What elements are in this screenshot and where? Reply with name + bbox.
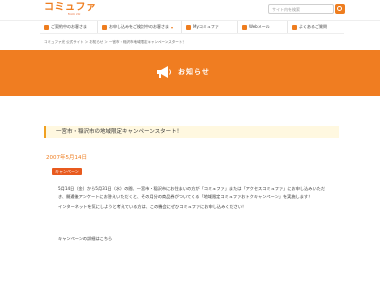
search-icon[interactable] [335, 4, 345, 14]
nav-label: お申し込みをご検討中のお客さま [109, 24, 169, 29]
user-icon [44, 24, 49, 30]
chevron-down-icon: ▾ [171, 24, 174, 30]
nav-item-my-commufa[interactable]: Myコミュファ [182, 21, 238, 33]
article-date: 2007年5月14日 [46, 155, 87, 161]
article-paragraph: インターネットを気にしようと考えている方は、この機会にぜひコミュファにお申し込み… [58, 204, 247, 209]
site-header: コミュファ from ctc サイト内を検索 [0, 0, 380, 21]
page-title: お知らせ [178, 68, 210, 76]
page-banner: お知らせ [0, 50, 380, 96]
document-icon [102, 24, 107, 30]
article-paragraph: 5月14日（金）から5月31日（水）の間、一宮市・稲沢市にお住まいの方が「コミュ… [58, 186, 326, 199]
nav-item-prospective-customers[interactable]: お申し込みをご検討中のお客さま ▾ [98, 21, 182, 33]
category-badge: キャンペーン [52, 168, 82, 175]
search-input[interactable]: サイト内を検索 [268, 4, 334, 14]
global-nav: ご契約中のお客さま お申し込みをご検討中のお客さま ▾ Myコミュファ Webメ… [40, 21, 344, 34]
nav-label: Myコミュファ [193, 24, 219, 29]
nav-item-current-customers[interactable]: ご契約中のお客さま [40, 21, 98, 33]
campaign-detail-link[interactable]: キャンペーンの詳細はこちら [58, 236, 112, 242]
heart-icon [186, 24, 191, 30]
nav-label: よくあるご質問 [299, 24, 327, 29]
nav-label: ご契約中のお客さま [51, 24, 87, 29]
question-icon [292, 24, 297, 30]
commufa-logo[interactable]: コミュファ from ctc [44, 2, 97, 16]
breadcrumb: コミュファ光 公式サイト ＞ お知らせ ＞ 一宮市・稲沢市地域限定キャンペーンス… [44, 40, 186, 44]
nav-item-webmail[interactable]: Webメール [238, 21, 288, 33]
nav-label: Webメール [249, 24, 270, 29]
nav-item-faq[interactable]: よくあるご質問 [288, 21, 344, 33]
megaphone-icon [157, 66, 171, 78]
mail-icon [242, 24, 247, 30]
article-body: 5月14日（金）から5月31日（水）の間、一宮市・稲沢市にお住まいの方が「コミュ… [58, 185, 328, 211]
article-title: 一宮市・稲沢市の地域限定キャンペーンスタート！ [44, 126, 339, 138]
logo-subtext: from ctc [68, 12, 81, 16]
